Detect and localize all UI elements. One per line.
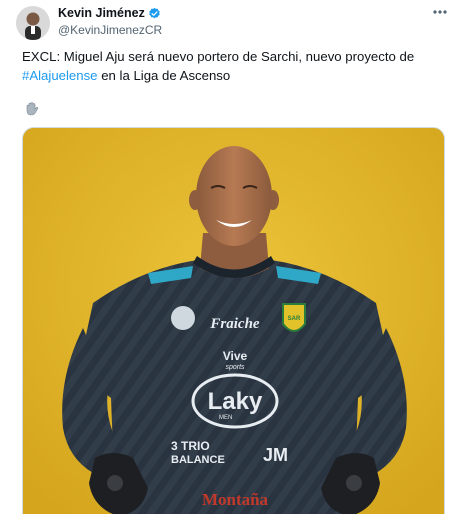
svg-text:MEN: MEN bbox=[219, 415, 232, 421]
hashtag-link[interactable]: #Alajuelense bbox=[22, 68, 98, 83]
tweet-text-main: EXCL: Miguel Aju será nuevo portero de S… bbox=[22, 49, 415, 64]
tweet[interactable]: Kevin Jiménez @KevinJimenezCR EXCL: Migu… bbox=[0, 0, 471, 514]
tweet-text-end: en la Liga de Ascenso bbox=[97, 68, 231, 83]
svg-text:BALANCE: BALANCE bbox=[171, 454, 225, 466]
author-display-name[interactable]: Kevin Jiménez bbox=[58, 6, 145, 20]
svg-text:JM: JM bbox=[263, 445, 288, 465]
author-handle[interactable]: @KevinJimenezCR bbox=[58, 23, 162, 37]
svg-text:SAR: SAR bbox=[288, 316, 301, 322]
tweet-text: EXCL: Miguel Aju será nuevo portero de S… bbox=[22, 47, 452, 85]
glove-emoji-icon bbox=[24, 101, 40, 117]
more-options-icon[interactable] bbox=[430, 4, 450, 20]
sponsor-fraiche: Fraiche bbox=[209, 316, 260, 332]
svg-text:sports: sports bbox=[225, 364, 245, 371]
author-avatar[interactable] bbox=[16, 6, 50, 40]
svg-text:Vive: Vive bbox=[223, 349, 248, 363]
svg-text:3 TRIO: 3 TRIO bbox=[171, 439, 210, 453]
svg-text:Montaña: Montaña bbox=[202, 490, 269, 509]
verified-badge-icon bbox=[148, 7, 161, 20]
svg-text:Laky: Laky bbox=[208, 388, 263, 415]
tweet-media-image[interactable]: SAR Fraiche Vive sports Laky MEN 3 TRIO … bbox=[22, 127, 445, 514]
